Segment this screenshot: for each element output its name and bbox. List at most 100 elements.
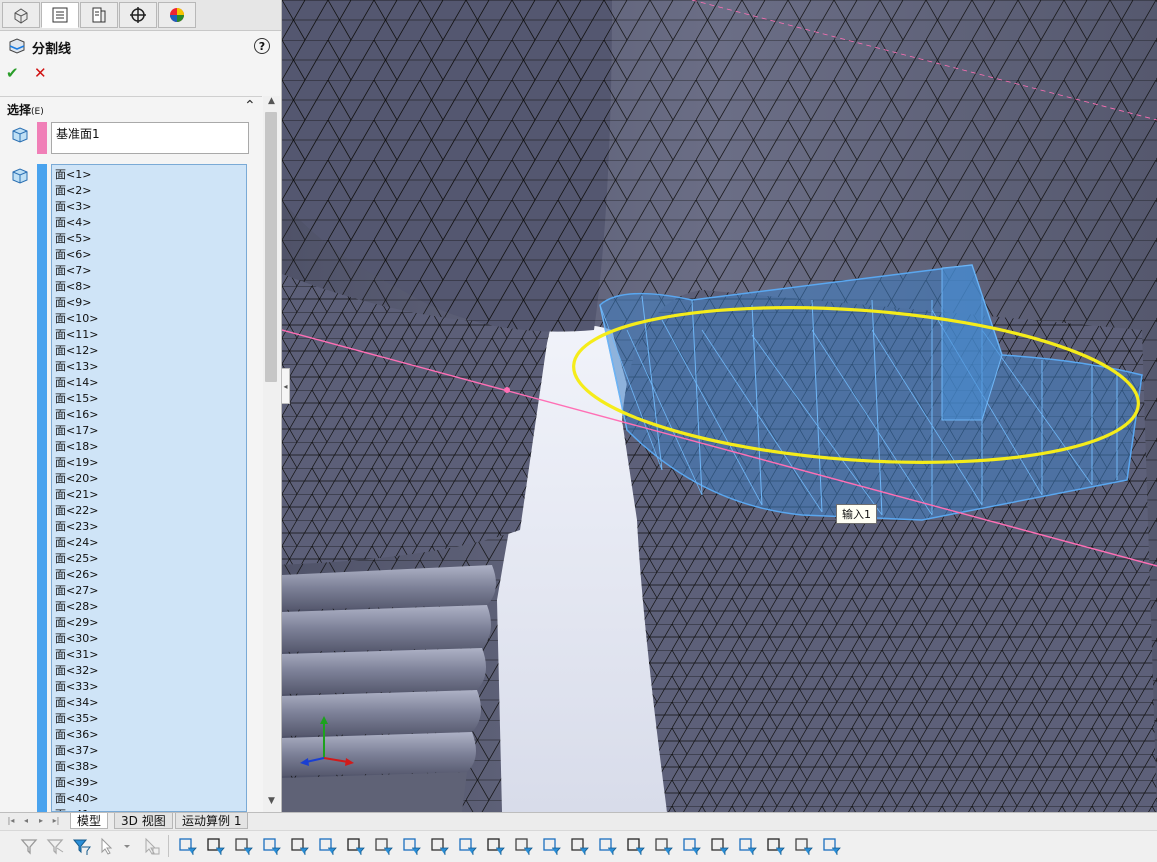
- face-list-item[interactable]: 面<29>: [55, 615, 246, 631]
- filter-connection-points-icon[interactable]: [764, 835, 786, 857]
- ok-button[interactable]: ✔: [6, 64, 19, 82]
- filter-planes-icon[interactable]: [344, 835, 366, 857]
- filter-dowel-pin-icon[interactable]: [736, 835, 758, 857]
- face-list-item[interactable]: 面<8>: [55, 279, 246, 295]
- tab-motion-study-1[interactable]: 运动算例 1: [175, 813, 249, 829]
- face-list-item[interactable]: 面<19>: [55, 455, 246, 471]
- filter-routing-points-icon[interactable]: [792, 835, 814, 857]
- display-manager-tab[interactable]: [158, 2, 196, 28]
- filter-axes-icon[interactable]: [316, 835, 338, 857]
- filter-dimensions-icon[interactable]: [484, 835, 506, 857]
- configuration-manager-tab[interactable]: [80, 2, 118, 28]
- filter-icon[interactable]: [18, 835, 40, 857]
- next-tab-icon[interactable]: ▸: [34, 815, 48, 827]
- face-list-item[interactable]: 面<18>: [55, 439, 246, 455]
- property-manager-tab[interactable]: [41, 2, 79, 28]
- filter-weld-symbols-icon[interactable]: [624, 835, 646, 857]
- face-list-item[interactable]: 面<30>: [55, 631, 246, 647]
- help-icon[interactable]: ?: [254, 38, 270, 54]
- face-list-item[interactable]: 面<22>: [55, 503, 246, 519]
- filter-faces-icon[interactable]: [232, 835, 254, 857]
- panel-collapse-handle[interactable]: ◂: [281, 368, 290, 404]
- face-list-item[interactable]: 面<10>: [55, 311, 246, 327]
- face-list-item[interactable]: 面<17>: [55, 423, 246, 439]
- face-list-item[interactable]: 面<3>: [55, 199, 246, 215]
- appearance-sphere-icon: [170, 8, 184, 22]
- filter-center-marks-icon[interactable]: [456, 835, 478, 857]
- filter-cosmetic-threads-icon[interactable]: [680, 835, 702, 857]
- feature-manager-tab[interactable]: [2, 2, 40, 28]
- face-list-item[interactable]: 面<27>: [55, 583, 246, 599]
- face-list-item[interactable]: 面<13>: [55, 359, 246, 375]
- filter-surface-bodies-icon[interactable]: [260, 835, 282, 857]
- filter-sketch-segments-icon[interactable]: [400, 835, 422, 857]
- face-list-item[interactable]: 面<12>: [55, 343, 246, 359]
- dropdown-icon[interactable]: [120, 835, 134, 857]
- face-list-item[interactable]: 面<24>: [55, 535, 246, 551]
- face-list-item[interactable]: 面<2>: [55, 183, 246, 199]
- face-list-item[interactable]: 面<21>: [55, 487, 246, 503]
- filter-midpoints-icon[interactable]: [428, 835, 450, 857]
- face-list-item[interactable]: 面<25>: [55, 551, 246, 567]
- face-list-item[interactable]: 面<11>: [55, 327, 246, 343]
- face-list-item[interactable]: 面<15>: [55, 391, 246, 407]
- filter-surface-finish-icon[interactable]: [512, 835, 534, 857]
- filter-edges-icon[interactable]: [204, 835, 226, 857]
- filter-notes-icon[interactable]: [568, 835, 590, 857]
- filter-datum-features-icon[interactable]: [596, 835, 618, 857]
- face-list-item[interactable]: 面<34>: [55, 695, 246, 711]
- plane-color-swatch: [37, 122, 47, 154]
- panel-scrollbar[interactable]: ▲ ▼: [263, 96, 280, 812]
- face-list-item[interactable]: 面<5>: [55, 231, 246, 247]
- scroll-down-icon[interactable]: ▼: [263, 796, 280, 810]
- face-list-item[interactable]: 面<20>: [55, 471, 246, 487]
- input-tooltip: 输入1: [836, 504, 877, 524]
- filter-sketch-points-icon[interactable]: [372, 835, 394, 857]
- face-list-item[interactable]: 面<33>: [55, 679, 246, 695]
- filter-select-icon[interactable]: [44, 835, 66, 857]
- mesh-scene: [282, 0, 1157, 812]
- filter-all-icon[interactable]: [70, 835, 92, 857]
- first-tab-icon[interactable]: |◂: [4, 815, 18, 827]
- filter-blocks-icon[interactable]: [708, 835, 730, 857]
- face-list-item[interactable]: 面<9>: [55, 295, 246, 311]
- face-list-item[interactable]: 面<16>: [55, 407, 246, 423]
- selections-group-header[interactable]: 选择(E) ⌃: [0, 96, 262, 117]
- face-list-item[interactable]: 面<38>: [55, 759, 246, 775]
- last-tab-icon[interactable]: ▸|: [49, 815, 63, 827]
- plane-selection-box[interactable]: 基准面1: [51, 122, 249, 154]
- tab-model[interactable]: 模型: [70, 813, 109, 829]
- face-list-item[interactable]: 面<4>: [55, 215, 246, 231]
- face-list-item[interactable]: 面<26>: [55, 567, 246, 583]
- property-manager-header: 分割线 ? ✔ ✕: [0, 32, 281, 94]
- filter-geometric-tolerance-icon[interactable]: [540, 835, 562, 857]
- filter-datum-targets-icon[interactable]: [652, 835, 674, 857]
- face-list-item[interactable]: 面<31>: [55, 647, 246, 663]
- cancel-button[interactable]: ✕: [34, 64, 47, 82]
- face-list-item[interactable]: 面<1>: [55, 167, 246, 183]
- face-list-item[interactable]: 面<37>: [55, 743, 246, 759]
- filter-solid-bodies-icon[interactable]: [288, 835, 310, 857]
- face-list-item[interactable]: 面<32>: [55, 663, 246, 679]
- face-list-item[interactable]: 面<7>: [55, 263, 246, 279]
- face-list-item[interactable]: 面<35>: [55, 711, 246, 727]
- scrollbar-thumb[interactable]: [265, 112, 277, 382]
- face-list-item[interactable]: 面<28>: [55, 599, 246, 615]
- chevron-up-icon[interactable]: ⌃: [244, 98, 256, 114]
- cursor-icon[interactable]: [140, 835, 162, 857]
- tab-3d-view[interactable]: 3D 视图: [114, 813, 173, 829]
- graphics-viewport[interactable]: 输入1: [282, 0, 1157, 812]
- arrow-select-icon[interactable]: [96, 835, 118, 857]
- filter-vertices-icon[interactable]: [176, 835, 198, 857]
- dimxpert-tab[interactable]: [119, 2, 157, 28]
- face-list-item[interactable]: 面<36>: [55, 727, 246, 743]
- scroll-up-icon[interactable]: ▲: [263, 96, 280, 110]
- face-list-item[interactable]: 面<39>: [55, 775, 246, 791]
- face-list-item[interactable]: 面<40>: [55, 791, 246, 807]
- prev-tab-icon[interactable]: ◂: [19, 815, 33, 827]
- filter-mesh-icon[interactable]: [820, 835, 842, 857]
- face-list-item[interactable]: 面<6>: [55, 247, 246, 263]
- face-list-item[interactable]: 面<14>: [55, 375, 246, 391]
- face-list-item[interactable]: 面<23>: [55, 519, 246, 535]
- faces-selection-list[interactable]: 面<1> 面<2> 面<3> 面<4> 面<5> 面<6> 面<7> 面<8> 面<9> 面<10…: [51, 164, 247, 812]
